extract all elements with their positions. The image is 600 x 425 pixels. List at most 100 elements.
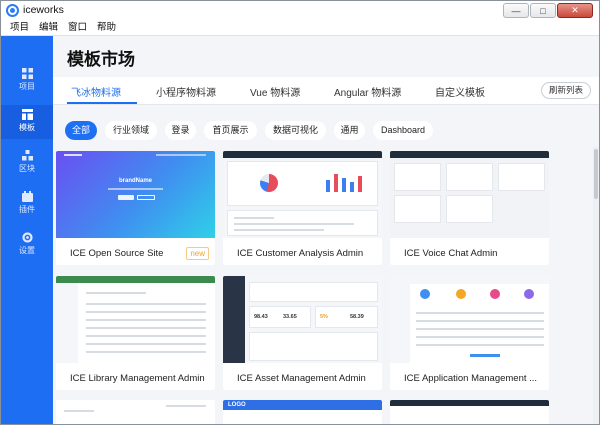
thumb-line [86, 319, 206, 321]
thumb-line [234, 229, 324, 231]
tab-custom-templates[interactable]: 自定义模板 [435, 84, 485, 99]
thumb-panel [446, 163, 493, 191]
sidebar-item-templates[interactable]: 模板 [1, 105, 53, 139]
template-card[interactable]: LOGO [223, 400, 382, 424]
template-thumbnail: brandName [56, 151, 215, 238]
thumb-line [166, 405, 206, 407]
close-icon: ✕ [571, 5, 579, 15]
thumb-sidebar [223, 276, 245, 363]
minimize-button[interactable]: — [503, 3, 529, 18]
iceworks-logo-icon [6, 4, 19, 17]
template-card[interactable]: ICE Library Management Admin [56, 276, 215, 390]
thumb-logo: LOGO [228, 402, 246, 408]
thumb-panel: 5% 58.39 [315, 306, 378, 328]
sidebar-item-label: 插件 [19, 205, 35, 214]
page-title: 模板市场 [67, 50, 135, 69]
thumb-panel [394, 163, 441, 191]
thumb-dot [456, 289, 466, 299]
category-homepage[interactable]: 首页展示 [204, 121, 257, 140]
sidebar-item-label: 项目 [19, 82, 35, 91]
template-thumbnail [223, 151, 382, 238]
thumb-line [416, 344, 544, 346]
template-card[interactable]: 98.43 33.65 5% 58.39 ICE Asset Managemen… [223, 276, 382, 390]
sidebar-item-label: 模板 [19, 123, 35, 132]
thumb-brand-name: brandName [118, 178, 152, 184]
menu-project[interactable]: 项目 [10, 20, 29, 35]
title-bar: iceworks — □ ✕ [1, 1, 599, 20]
template-thumbnail [390, 151, 549, 238]
minimize-icon: — [511, 5, 521, 16]
category-all[interactable]: 全部 [65, 121, 97, 140]
menu-bar: 项目 编辑 窗口 帮助 [1, 20, 599, 36]
source-tabs: 飞冰物料源 小程序物料源 Vue 物料源 Angular 物料源 自定义模板 刷… [53, 77, 599, 105]
thumb-bar [342, 178, 346, 192]
category-data-visualization[interactable]: 数据可视化 [265, 121, 326, 140]
thumb-line [416, 336, 544, 338]
thumb-panel [227, 210, 378, 236]
thumb-stat: 58.39 [350, 314, 364, 320]
vertical-scrollbar[interactable] [593, 147, 599, 424]
category-general[interactable]: 通用 [334, 121, 365, 140]
sidebar-item-settings[interactable]: 设置 [1, 228, 53, 262]
thumb-panel [249, 282, 378, 302]
thumb-line [86, 292, 146, 294]
thumb-panel [227, 161, 378, 206]
thumb-topbar [56, 276, 215, 283]
thumb-pagination [470, 354, 500, 357]
scrollbar-thumb[interactable] [594, 149, 598, 199]
sidebar-item-blocks[interactable]: 区块 [1, 146, 53, 180]
thumb-line [416, 328, 544, 330]
category-login[interactable]: 登录 [165, 121, 196, 140]
template-name: ICE Asset Management Admin [237, 373, 366, 384]
thumb-dot [420, 289, 430, 299]
thumb-logo [64, 154, 82, 156]
thumb-panel [223, 410, 382, 424]
category-dashboard[interactable]: Dashboard [373, 121, 433, 140]
template-card[interactable]: ICE Customer Analysis Admin [223, 151, 382, 265]
tab-vue-materials[interactable]: Vue 物料源 [250, 84, 300, 99]
template-name: ICE Customer Analysis Admin [237, 248, 364, 259]
thumb-sidebar [56, 283, 78, 363]
sidebar-item-label: 区块 [19, 164, 35, 173]
menu-help[interactable]: 帮助 [97, 20, 116, 35]
sidebar-item-projects[interactable]: 项目 [1, 64, 53, 98]
template-name: ICE Library Management Admin [70, 373, 205, 384]
grid-icon [21, 68, 33, 79]
template-name: ICE Voice Chat Admin [404, 248, 498, 259]
refresh-list-button[interactable]: 刷新列表 [540, 82, 591, 99]
thumb-stat: 98.43 [254, 314, 268, 320]
maximize-button[interactable]: □ [530, 3, 556, 18]
thumb-panel [446, 195, 493, 223]
thumb-line [234, 217, 274, 219]
thumb-panel [249, 332, 378, 361]
thumb-topbar [390, 400, 549, 406]
category-industry[interactable]: 行业领域 [105, 121, 157, 140]
thumb-line [86, 327, 206, 329]
thumb-button [137, 195, 155, 200]
template-card[interactable]: ICE Voice Chat Admin [390, 151, 549, 265]
menu-edit[interactable]: 编辑 [39, 20, 58, 35]
main-content: 模板市场 飞冰物料源 小程序物料源 Vue 物料源 Angular 物料源 自定… [53, 36, 599, 424]
template-card[interactable]: ICE Application Management ... [390, 276, 549, 390]
menu-window[interactable]: 窗口 [68, 20, 87, 35]
template-card[interactable]: brandName ICE Open Source Site new [56, 151, 215, 265]
close-button[interactable]: ✕ [557, 3, 593, 18]
template-thumbnail: 98.43 33.65 5% 58.39 [223, 276, 382, 363]
tab-ice-materials[interactable]: 飞冰物料源 [71, 84, 121, 99]
thumb-button [118, 195, 134, 200]
thumb-panel [498, 163, 545, 191]
thumb-stat: 5% [320, 314, 328, 320]
thumb-panel [394, 195, 441, 223]
sidebar-item-plugins[interactable]: 插件 [1, 187, 53, 221]
sidebar-item-label: 设置 [19, 246, 35, 255]
template-name: ICE Application Management ... [404, 373, 538, 384]
template-card[interactable] [56, 400, 215, 424]
maximize-icon: □ [540, 5, 546, 16]
template-name: ICE Open Source Site [70, 248, 164, 259]
tab-miniprogram-materials[interactable]: 小程序物料源 [156, 84, 216, 99]
sidebar: 项目 模板 区块 插件 设置 [1, 36, 53, 424]
tab-angular-materials[interactable]: Angular 物料源 [334, 84, 401, 99]
template-thumbnail [390, 276, 549, 363]
template-card[interactable] [390, 400, 549, 424]
thumb-line [86, 335, 206, 337]
